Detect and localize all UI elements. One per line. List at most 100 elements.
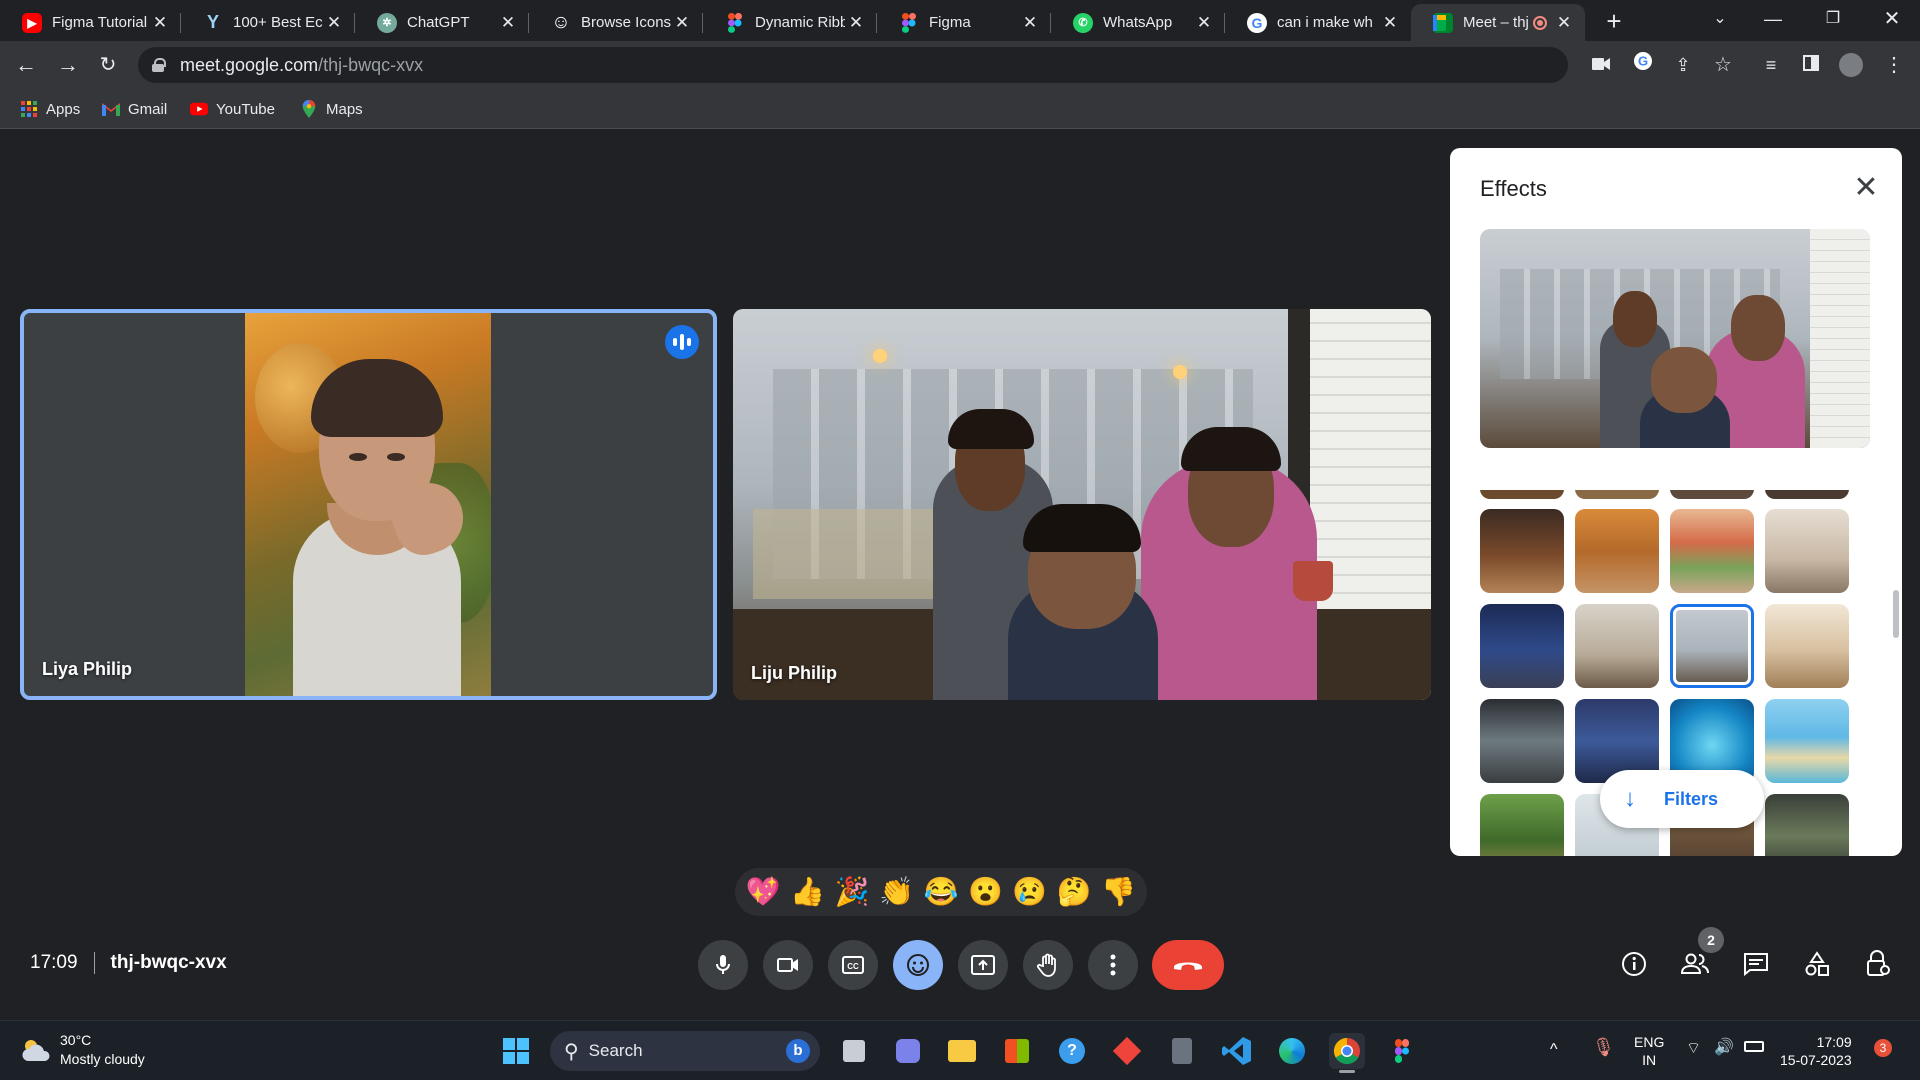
reading-list-icon[interactable]: ≡ xyxy=(1755,49,1787,81)
raise-hand-button[interactable] xyxy=(1023,940,1073,990)
calculator-icon[interactable] xyxy=(1164,1033,1200,1069)
background-thumbnail[interactable] xyxy=(1480,699,1564,783)
people-button[interactable] xyxy=(1673,942,1717,986)
tab-search-chevron-icon[interactable]: ⌄ xyxy=(1692,0,1748,40)
chrome-taskbar-icon[interactable] xyxy=(1329,1033,1365,1073)
reaction-sad[interactable]: 😢 xyxy=(1009,871,1051,913)
reload-button[interactable]: ↻ xyxy=(90,47,126,83)
tab-google-search[interactable]: G can i make wh ✕ xyxy=(1225,4,1411,41)
anydesk-icon[interactable] xyxy=(1109,1033,1145,1069)
background-thumbnail[interactable] xyxy=(1575,509,1659,593)
reaction-laugh[interactable]: 😂 xyxy=(920,871,962,913)
activities-button[interactable] xyxy=(1795,942,1839,986)
reactions-button[interactable] xyxy=(893,940,943,990)
language-indicator[interactable]: ENG IN xyxy=(1634,1033,1664,1069)
close-icon[interactable]: ✕ xyxy=(671,13,693,33)
close-icon[interactable]: ✕ xyxy=(1193,13,1215,33)
reaction-surprised[interactable]: 😮 xyxy=(964,871,1006,913)
weather-widget[interactable]: 30°C Mostly cloudy xyxy=(20,1031,145,1069)
get-help-icon[interactable]: ? xyxy=(1054,1033,1090,1069)
close-icon[interactable]: ✕ xyxy=(1846,168,1886,208)
bookmark-apps[interactable]: Apps xyxy=(20,97,80,121)
reaction-clap[interactable]: 👏 xyxy=(876,871,918,913)
close-icon[interactable]: ✕ xyxy=(497,13,519,33)
more-options-button[interactable] xyxy=(1088,940,1138,990)
chat-button[interactable] xyxy=(1734,942,1778,986)
host-controls-button[interactable] xyxy=(1856,942,1900,986)
restore-button[interactable]: ❐ xyxy=(1805,0,1861,40)
menu-kebab-icon[interactable]: ⋮ xyxy=(1878,49,1910,81)
background-thumbnail[interactable] xyxy=(1765,699,1849,783)
vscode-icon[interactable] xyxy=(1219,1033,1255,1069)
background-thumbnail[interactable] xyxy=(1480,490,1564,499)
edge-browser-icon[interactable] xyxy=(1274,1033,1310,1069)
tab-dynamic-ribbon[interactable]: Dynamic Ribb ✕ xyxy=(703,4,877,41)
background-thumbnail[interactable] xyxy=(1670,490,1754,499)
background-thumbnail-selected[interactable] xyxy=(1670,604,1754,688)
reaction-party[interactable]: 🎉 xyxy=(831,871,873,913)
background-thumbnail[interactable] xyxy=(1480,604,1564,688)
close-icon[interactable]: ✕ xyxy=(323,13,345,33)
taskbar-search[interactable]: ⚲ Search b xyxy=(550,1031,820,1071)
close-window-button[interactable]: ✕ xyxy=(1864,0,1920,40)
file-explorer-icon[interactable] xyxy=(944,1033,980,1069)
new-tab-button[interactable]: + xyxy=(1598,6,1630,36)
meeting-details-button[interactable] xyxy=(1612,942,1656,986)
participant-tile-liya[interactable]: Liya Philip xyxy=(20,309,717,700)
background-thumbnail[interactable] xyxy=(1480,794,1564,856)
reaction-thumbs-up[interactable]: 👍 xyxy=(787,871,829,913)
teams-chat-icon[interactable] xyxy=(890,1033,926,1069)
notification-count-badge[interactable]: 3 xyxy=(1874,1039,1892,1057)
filters-button[interactable]: ↓ Filters xyxy=(1600,770,1764,828)
tab-figma-tutorial[interactable]: ▶ Figma Tutorial ✕ xyxy=(0,4,181,41)
volume-icon[interactable]: 🔊 xyxy=(1714,1037,1734,1057)
leave-call-button[interactable] xyxy=(1152,940,1224,990)
background-thumbnail[interactable] xyxy=(1575,490,1659,499)
present-screen-button[interactable] xyxy=(958,940,1008,990)
background-thumbnail[interactable] xyxy=(1670,509,1754,593)
battery-icon[interactable] xyxy=(1744,1041,1764,1052)
reaction-thumbs-down[interactable]: 👎 xyxy=(1098,871,1140,913)
microphone-in-use-icon[interactable]: 🎙 xyxy=(1592,1037,1615,1058)
windows-start-button[interactable] xyxy=(498,1033,534,1069)
tab-meet[interactable]: Meet – thj ✕ xyxy=(1411,4,1585,41)
figma-taskbar-icon[interactable] xyxy=(1384,1033,1420,1069)
camera-in-use-icon[interactable] xyxy=(1585,49,1617,81)
captions-button[interactable]: CC xyxy=(828,940,878,990)
microsoft-store-icon[interactable] xyxy=(999,1033,1035,1069)
participant-tile-liju[interactable]: Liju Philip xyxy=(733,309,1431,700)
back-button[interactable]: ← xyxy=(8,47,44,83)
wifi-icon[interactable]: ⌔ xyxy=(1686,1038,1701,1058)
bookmark-youtube[interactable]: YouTube xyxy=(190,97,275,121)
background-thumbnail[interactable] xyxy=(1765,794,1849,856)
reaction-thinking[interactable]: 🤔 xyxy=(1053,871,1095,913)
camera-button[interactable] xyxy=(763,940,813,990)
tab-browse-icons[interactable]: ☺ Browse Icons - ✕ xyxy=(529,4,703,41)
close-icon[interactable]: ✕ xyxy=(1379,13,1401,33)
close-icon[interactable]: ✕ xyxy=(845,13,867,33)
forward-button[interactable]: → xyxy=(50,47,86,83)
address-bar[interactable]: meet.google.com /thj-bwqc-xvx xyxy=(138,47,1568,83)
minimize-button[interactable]: — xyxy=(1745,0,1801,40)
background-thumbnail[interactable] xyxy=(1765,604,1849,688)
close-icon[interactable]: ✕ xyxy=(1019,13,1041,33)
microphone-button[interactable] xyxy=(698,940,748,990)
bookmark-maps[interactable]: Maps xyxy=(300,97,363,121)
effects-scrollbar[interactable] xyxy=(1893,590,1899,638)
bookmark-star-icon[interactable]: ☆ xyxy=(1707,49,1739,81)
close-icon[interactable]: ✕ xyxy=(1553,13,1575,33)
background-thumbnail[interactable] xyxy=(1765,509,1849,593)
background-thumbnail[interactable] xyxy=(1480,509,1564,593)
system-clock[interactable]: 17:09 15-07-2023 xyxy=(1780,1033,1852,1069)
bookmark-gmail[interactable]: Gmail xyxy=(102,97,167,121)
google-lens-icon[interactable]: G xyxy=(1627,49,1659,81)
background-thumbnail[interactable] xyxy=(1765,490,1849,499)
background-thumbnail[interactable] xyxy=(1575,604,1659,688)
task-view-icon[interactable] xyxy=(836,1033,872,1069)
reaction-heart[interactable]: 💖 xyxy=(742,871,784,913)
tab-whatsapp[interactable]: ✆ WhatsApp ✕ xyxy=(1051,4,1225,41)
tab-figma[interactable]: Figma ✕ xyxy=(877,4,1051,41)
side-panel-icon[interactable] xyxy=(1795,49,1827,81)
show-hidden-icons-chevron-icon[interactable]: ^ xyxy=(1550,1041,1558,1059)
share-icon[interactable]: ⇪ xyxy=(1667,49,1699,81)
